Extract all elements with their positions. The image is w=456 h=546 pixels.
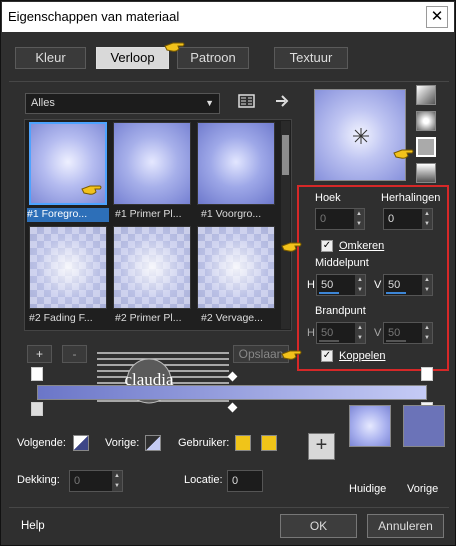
pointing-hand-icon: [164, 42, 185, 52]
material-properties-dialog: Eigenschappen van materiaal ✕ Kleur Verl…: [0, 0, 456, 546]
tab-verloop[interactable]: Verloop: [96, 47, 169, 69]
pointing-hand-icon: [281, 242, 302, 252]
swatch-label: #1 Voorgro...: [201, 208, 262, 220]
middelpunt-v-label: V: [374, 279, 382, 291]
gradient-library: #1 Foregro... #1 Primer Pl... #1 Voorgro…: [24, 119, 292, 331]
gradient-ramp[interactable]: [37, 385, 427, 400]
middelpunt-label: Middelpunt: [315, 257, 369, 269]
middelpunt-v-spinner[interactable]: 50 ▲ ▼: [383, 274, 433, 296]
vorige-color-button[interactable]: [145, 435, 161, 451]
title-bar: Eigenschappen van materiaal ✕: [2, 2, 454, 32]
brandpunt-v-label: V: [374, 327, 382, 339]
middelpunt-h-spinner[interactable]: 50 ▲ ▼: [316, 274, 366, 296]
middelpunt-h-value: 50: [321, 279, 334, 291]
library-scrollbar[interactable]: [281, 121, 290, 329]
footer-separator: [9, 507, 449, 508]
swatch-2-primer[interactable]: [113, 226, 191, 309]
tab-separator: [9, 81, 449, 82]
dekking-spinner[interactable]: 0 ▲ ▼: [69, 470, 123, 492]
sunburst-style-button[interactable]: [416, 137, 436, 157]
pointing-hand-icon: [281, 350, 302, 360]
vorige-swatch-label: Vorige: [407, 483, 439, 495]
herhalingen-value: 0: [388, 213, 395, 225]
swatch-label: #2 Vervage...: [201, 312, 263, 324]
middelpunt-h-label: H: [307, 279, 315, 291]
scrollbar-thumb[interactable]: [282, 135, 289, 175]
cancel-button[interactable]: Annuleren: [367, 514, 444, 538]
dekking-label: Dekking:: [17, 474, 60, 486]
opacity-stop-right[interactable]: [421, 367, 433, 381]
vorige-label: Vorige:: [105, 437, 140, 449]
herhalingen-label: Herhalingen: [381, 192, 441, 204]
swatch-1-voorgrond[interactable]: [197, 122, 275, 205]
color-stop-left[interactable]: [31, 402, 43, 416]
tab-textuur[interactable]: Textuur: [274, 47, 348, 69]
opacity-midpoint[interactable]: [227, 371, 238, 382]
koppelen-label: Koppelen: [339, 350, 386, 362]
swatch-label: #2 Primer Pl...: [115, 312, 182, 324]
herhalingen-spinner[interactable]: 0 ▲ ▼: [383, 208, 433, 230]
hoek-label: Hoek: [315, 192, 341, 204]
linear-style-button[interactable]: [416, 85, 436, 105]
brandpunt-v-spinner[interactable]: 50 ▲ ▼: [383, 322, 433, 344]
brandpunt-h-value: 50: [321, 327, 334, 339]
huidige-color-swatch[interactable]: [349, 405, 391, 447]
center-crosshair-icon: [353, 128, 369, 144]
opacity-stop-left[interactable]: [31, 367, 43, 381]
koppelen-checkbox[interactable]: ✓: [321, 350, 333, 362]
omkeren-checkbox[interactable]: ✓: [321, 240, 333, 252]
rectangular-style-button[interactable]: [416, 111, 436, 131]
tab-patroon[interactable]: Patroon: [177, 47, 249, 69]
swatch-label: #2 Fading F...: [29, 312, 93, 324]
locatie-value: 0: [232, 475, 239, 487]
swatch-1-primer[interactable]: [113, 122, 191, 205]
arrow-right-icon[interactable]: [274, 93, 290, 109]
brandpunt-h-spinner[interactable]: 50 ▲ ▼: [316, 322, 366, 344]
tab-kleur[interactable]: Kleur: [15, 47, 86, 69]
window-title: Eigenschappen van materiaal: [8, 9, 180, 24]
gebruiker-color-swatch[interactable]: [261, 435, 277, 451]
gebruiker-label: Gebruiker:: [178, 437, 230, 449]
gradient-properties-panel: Hoek 0 ▲ ▼ Herhalingen 0 ▲ ▼ ✓ Omkeren Midde…: [297, 185, 449, 371]
gebruiker-color-button[interactable]: [235, 435, 251, 451]
pointing-hand-icon: [81, 185, 102, 195]
middelpunt-v-value: 50: [388, 279, 401, 291]
claudia-watermark-logo: claudia: [97, 352, 229, 404]
add-swatch-button[interactable]: +: [27, 345, 52, 363]
library-icon[interactable]: [238, 93, 255, 109]
omkeren-label: Omkeren: [339, 240, 385, 252]
vorige-color-swatch[interactable]: [403, 405, 445, 447]
locatie-label: Locatie:: [184, 474, 223, 486]
swatch-label: #1 Foregro...: [27, 208, 109, 222]
volgende-label: Volgende:: [17, 437, 66, 449]
swatch-label: #1 Primer Pl...: [115, 208, 182, 220]
locatie-input[interactable]: 0: [227, 470, 263, 492]
chevron-down-icon: ▼: [205, 98, 214, 108]
brandpunt-label: Brandpunt: [315, 305, 366, 317]
color-midpoint[interactable]: [227, 402, 238, 413]
pointing-hand-icon: [393, 149, 414, 159]
middelpunt-h-bar: [319, 292, 339, 294]
brandpunt-v-value: 50: [388, 327, 401, 339]
category-dropdown-value: Alles: [31, 97, 55, 109]
hoek-spinner[interactable]: 0 ▲ ▼: [315, 208, 365, 230]
add-to-swatches-button[interactable]: +: [308, 433, 335, 460]
brandpunt-h-label: H: [307, 327, 315, 339]
hoek-value: 0: [320, 213, 327, 225]
remove-swatch-button[interactable]: -: [62, 345, 87, 363]
category-dropdown[interactable]: Alles ▼: [25, 93, 220, 114]
swatch-2-vervagen[interactable]: [197, 226, 275, 309]
dekking-value: 0: [74, 475, 81, 487]
radial-style-button[interactable]: [416, 163, 436, 183]
close-button[interactable]: ✕: [426, 6, 448, 28]
volgende-color-button[interactable]: [73, 435, 89, 451]
gradient-preview[interactable]: [314, 89, 406, 181]
help-button[interactable]: Help: [21, 520, 45, 532]
swatch-2-fading[interactable]: [29, 226, 107, 309]
huidige-label: Huidige: [349, 483, 387, 495]
ok-button[interactable]: OK: [280, 514, 357, 538]
